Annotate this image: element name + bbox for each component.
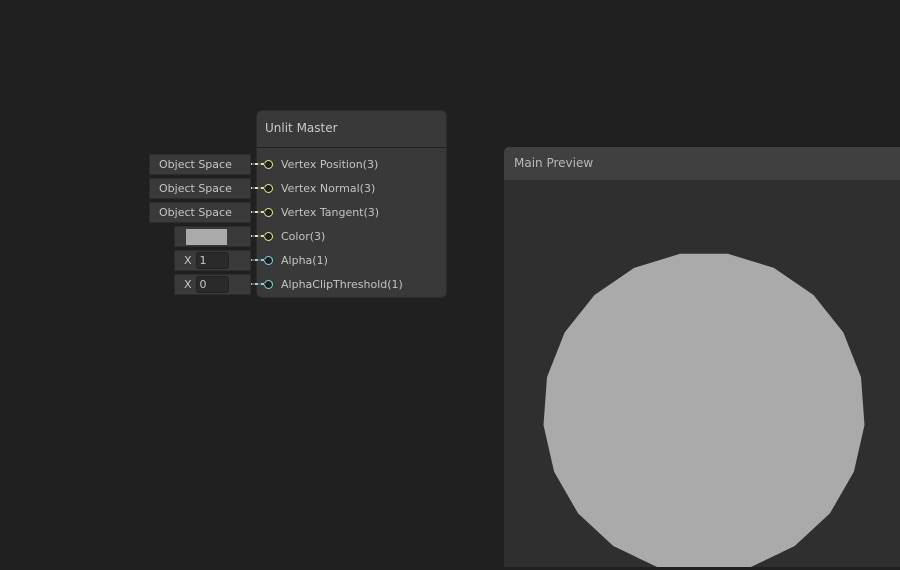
port-icon[interactable] (264, 279, 273, 289)
preview-viewport[interactable] (504, 180, 900, 570)
space-label: Object Space (159, 206, 232, 219)
node-title: Unlit Master (257, 111, 446, 148)
slot-1[interactable]: Vertex Normal(3) (256, 178, 375, 198)
vertex-normal-space-input[interactable]: Object Space (149, 178, 251, 199)
slot-3[interactable]: Color(3) (256, 226, 325, 246)
slot-label: Color(3) (281, 229, 326, 243)
port-icon[interactable] (264, 159, 273, 169)
slot-label: Vertex Normal(3) (281, 181, 376, 195)
port-icon[interactable] (264, 183, 273, 193)
slot-0[interactable]: Vertex Position(3) (256, 154, 378, 174)
preview-sphere (543, 253, 865, 570)
space-label: Object Space (159, 158, 232, 171)
main-preview-panel[interactable]: Main Preview (504, 147, 900, 570)
alpha-input[interactable]: X1 (174, 250, 251, 271)
color-swatch[interactable] (186, 228, 227, 245)
slot-2[interactable]: Vertex Tangent(3) (256, 202, 379, 222)
slot-4[interactable]: Alpha(1) (256, 250, 328, 270)
axis-label: X (184, 254, 192, 267)
slot-label: AlphaClipThreshold(1) (281, 277, 403, 291)
color-input[interactable] (174, 226, 251, 247)
slot-label: Vertex Position(3) (281, 157, 379, 171)
port-icon[interactable] (264, 207, 273, 217)
slot-5[interactable]: AlphaClipThreshold(1) (256, 274, 403, 294)
preview-title: Main Preview (504, 147, 900, 180)
clip-field[interactable]: 0 (195, 276, 229, 293)
port-icon[interactable] (264, 231, 273, 241)
port-icon[interactable] (264, 255, 273, 265)
slot-label: Vertex Tangent(3) (281, 205, 380, 219)
slot-label: Alpha(1) (281, 253, 328, 267)
space-label: Object Space (159, 182, 232, 195)
axis-label: X (184, 278, 192, 291)
vertex-position-space-input[interactable]: Object Space (149, 154, 251, 175)
alpha-field[interactable]: 1 (195, 252, 229, 269)
vertex-tangent-space-input[interactable]: Object Space (149, 202, 251, 223)
clip-input[interactable]: X0 (174, 274, 251, 295)
